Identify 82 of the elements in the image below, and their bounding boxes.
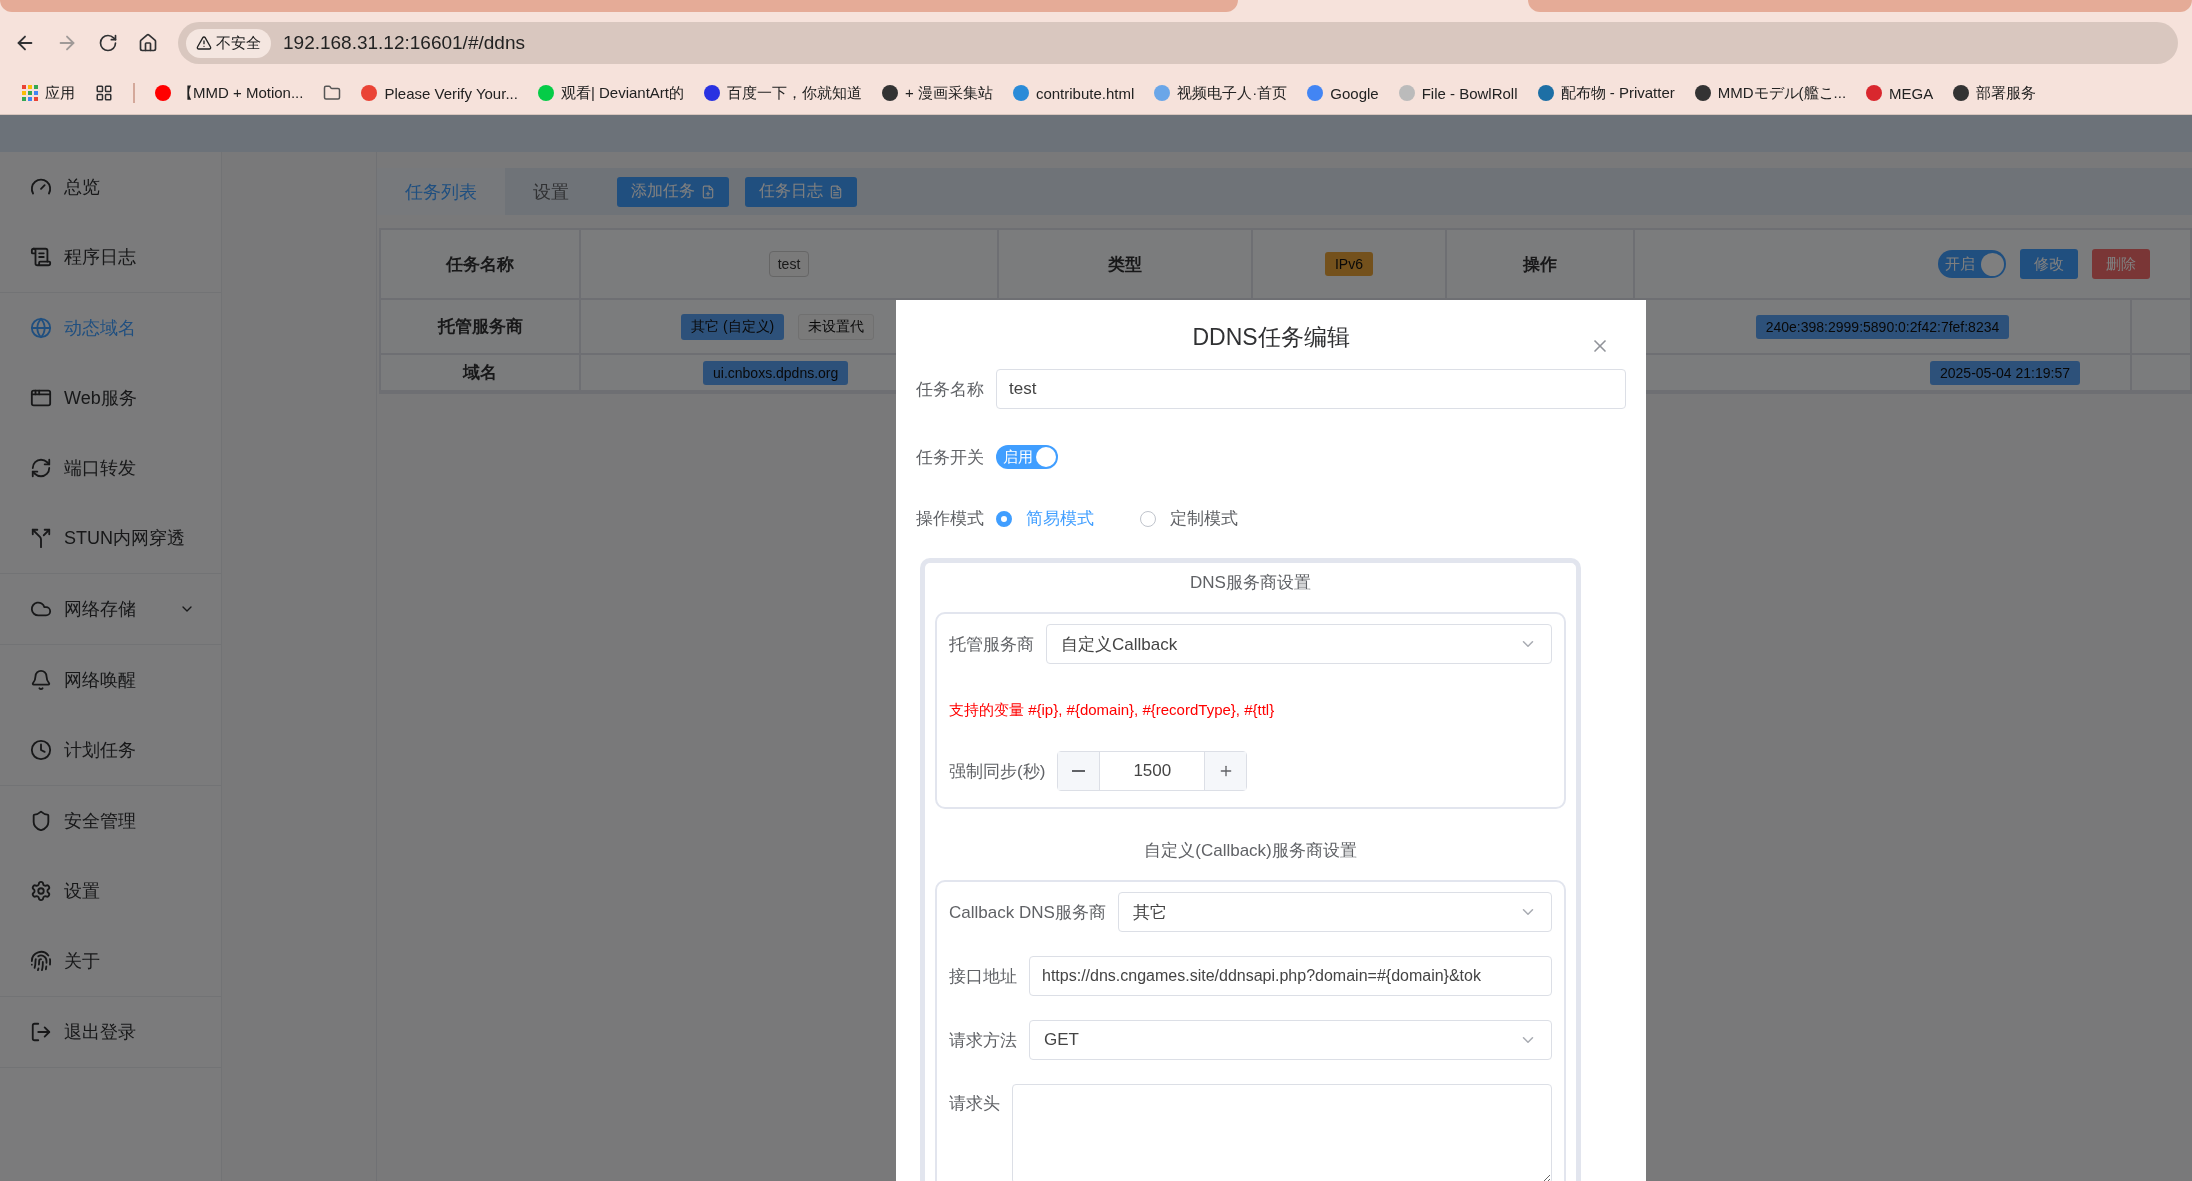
security-badge[interactable]: 不安全: [186, 28, 271, 58]
sidebar-item[interactable]: 设置: [0, 856, 222, 926]
row-header: 操作: [1523, 253, 1557, 276]
bookmark[interactable]: 部署服务: [1953, 83, 2037, 103]
menu-item-icon: [30, 317, 52, 339]
time-tag: 2025-05-04 21:19:57: [1930, 360, 2080, 385]
menu-item-icon: [30, 739, 52, 761]
sidebar-item[interactable]: 安全管理: [0, 786, 222, 856]
file-plus-icon: [701, 184, 715, 199]
bookmark[interactable]: 视频电子人·首页: [1154, 83, 1288, 103]
select-field[interactable]: GET: [1029, 1020, 1552, 1060]
menu-item-icon: [30, 457, 52, 479]
field-label: 任务名称: [916, 378, 984, 401]
row-header: 类型: [1108, 253, 1142, 276]
url-text: 192.168.31.12:16601/#/ddns: [283, 32, 525, 54]
bookmark[interactable]: MEGA: [1866, 84, 1934, 102]
input-field[interactable]: test: [996, 369, 1626, 409]
bookmark[interactable]: File - BowlRoll: [1398, 84, 1518, 102]
field-label: Callback DNS服务商: [949, 901, 1106, 924]
sidebar-item[interactable]: 程序日志: [0, 222, 222, 292]
sidebar-item[interactable]: 网络存储: [0, 574, 222, 644]
bookmark[interactable]: Please Verify Your...: [361, 84, 518, 102]
menu-item-icon: [30, 1021, 52, 1043]
provider-tag: 未设置代: [798, 313, 875, 340]
sidebar-item[interactable]: 端口转发: [0, 433, 222, 503]
section-title: 自定义(Callback)服务商设置: [1144, 840, 1357, 862]
grid-icon[interactable]: [95, 84, 113, 102]
number-field[interactable]: 1500: [1057, 751, 1248, 791]
textarea-field[interactable]: [1012, 1084, 1552, 1181]
field-label: 请求头: [949, 1093, 1000, 1115]
field-label: 接口地址: [949, 965, 1017, 988]
menu-item-icon: [30, 246, 52, 268]
folder-icon[interactable]: [323, 84, 342, 102]
provider-tag: 其它 (自定义): [681, 313, 785, 340]
sidebar-item[interactable]: STUN内网穿透: [0, 503, 222, 573]
menu-item-icon: [30, 669, 52, 691]
sidebar-item[interactable]: 网络唤醒: [0, 645, 222, 715]
sidebar-item[interactable]: 关于: [0, 926, 222, 996]
field-label: 托管服务商: [949, 633, 1034, 656]
reload-icon[interactable]: [98, 33, 118, 53]
field-label: 任务开关: [916, 446, 984, 469]
radio-option[interactable]: 定制模式: [1140, 507, 1238, 530]
menu-item-icon: [30, 387, 52, 409]
input-field[interactable]: https://dns.cngames.site/ddnsapi.php?domain=#{domain}&tok: [1029, 956, 1552, 996]
select-field[interactable]: 自定义Callback: [1046, 624, 1552, 664]
menu-item-icon: [30, 527, 52, 549]
row-header: 托管服务商: [437, 316, 523, 338]
menu-item-icon: [30, 880, 52, 902]
section-title: DNS服务商设置: [1190, 572, 1311, 594]
bookmark[interactable]: 百度一下，你就知道: [704, 83, 862, 103]
sidebar-item[interactable]: Web服务: [0, 363, 222, 433]
ip-tag: 240e:398:2999:5890:0:2f42:7fef:8234: [1755, 314, 2010, 339]
menu-item-icon: [30, 950, 52, 972]
dialog-title: DDNS任务编辑: [1192, 323, 1350, 352]
type-tag: IPv6: [1325, 252, 1373, 276]
increment-button[interactable]: [1204, 752, 1247, 790]
bookmark[interactable]: 观看| DeviantArt的: [537, 83, 684, 103]
row-header: 任务名称: [446, 253, 514, 276]
sidebar-item[interactable]: 总览: [0, 152, 222, 222]
minus-icon: [1072, 770, 1086, 772]
bookmark[interactable]: MMDモデル(艦こ...: [1694, 83, 1847, 103]
field-label: 操作模式: [916, 508, 984, 530]
hint-text: 支持的变量 #{ip}, #{domain}, #{recordType}, #{ttl}: [949, 701, 1276, 720]
apps-icon: [22, 85, 38, 101]
address-bar[interactable]: 不安全 192.168.31.12:16601/#/ddns: [178, 22, 2178, 64]
bookmark[interactable]: + 漫画采集站: [882, 83, 993, 103]
sidebar-item[interactable]: 计划任务: [0, 715, 222, 785]
row-header: 域名: [463, 362, 497, 384]
bookmark[interactable]: 配布物 - Privatter: [1537, 83, 1675, 103]
task-name-chip: test: [768, 251, 810, 277]
select-field[interactable]: 其它: [1117, 892, 1552, 932]
bookmark[interactable]: 【MMD + Motion...: [155, 83, 304, 103]
field-label: 请求方法: [949, 1029, 1017, 1052]
bookmark[interactable]: Google: [1307, 84, 1379, 102]
domain-tag: ui.cnboxs.dpdns.org: [703, 360, 849, 385]
home-icon[interactable]: [138, 33, 158, 53]
bookmark[interactable]: 应用: [22, 83, 75, 103]
document-icon: [829, 184, 843, 199]
bookmark[interactable]: contribute.html: [1012, 84, 1135, 102]
menu-item-icon: [30, 810, 52, 832]
field-label: 强制同步(秒): [949, 760, 1046, 783]
sidebar-item[interactable]: 退出登录: [0, 997, 222, 1067]
